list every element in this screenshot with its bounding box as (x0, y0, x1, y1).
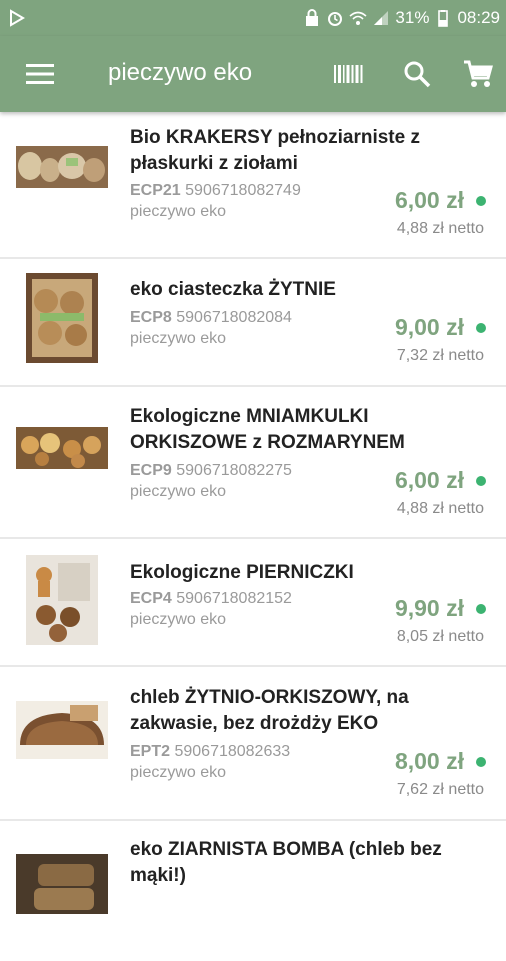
product-image (26, 273, 98, 363)
product-image (16, 701, 108, 759)
menu-icon[interactable] (26, 61, 54, 87)
product-category: pieczywo eko (130, 764, 227, 781)
product-price-netto: 7,62 zł netto (396, 781, 484, 798)
availability-dot (476, 476, 486, 486)
product-name: chleb ŻYTNIO-ORKISZOWY, na zakwasie, bez… (130, 687, 409, 734)
product-code: ECP8 5906718082084 (130, 309, 292, 326)
product-row[interactable]: Ekologiczne MNIAMKULKI ORKISZOWE z ROZMA… (0, 387, 506, 539)
product-code: ECP4 5906718082152 (130, 590, 292, 607)
search-icon[interactable] (403, 60, 431, 88)
barcode-icon[interactable] (334, 62, 364, 86)
product-category: pieczywo eko (130, 203, 227, 220)
product-row[interactable]: Bio KRAKERSY pełnoziarniste z płaskurki … (0, 112, 506, 259)
product-code: ECP9 5906718082275 (130, 462, 292, 479)
play-store-notification-icon (10, 9, 25, 27)
product-row[interactable]: eko ciasteczka ŻYTNIE ECP8 5906718082084… (0, 259, 506, 387)
product-category: pieczywo eko (130, 330, 227, 347)
lock-notification-icon (306, 9, 319, 26)
product-name: eko ZIARNISTA BOMBA (chleb bez mąki!) (130, 839, 442, 886)
battery-percentage: 31% (395, 8, 430, 27)
product-price: 9,90 zł (394, 595, 464, 621)
product-price-netto: 7,32 zł netto (396, 347, 484, 364)
clock: 08:29 (457, 8, 500, 27)
cart-icon[interactable] (462, 58, 494, 90)
wifi-icon (349, 11, 367, 25)
battery-icon (438, 10, 449, 27)
app-toolbar: pieczywo eko (0, 36, 506, 112)
product-price-netto: 4,88 zł netto (396, 220, 484, 237)
status-bar: 31% 08:29 (0, 0, 506, 36)
product-list: Bio KRAKERSY pełnoziarniste z płaskurki … (0, 112, 506, 961)
product-price: 6,00 zł (394, 467, 464, 493)
product-name: Ekologiczne MNIAMKULKI ORKISZOWE z ROZMA… (130, 406, 405, 453)
product-code: EPT2 5906718082633 (130, 743, 291, 760)
product-price-netto: 4,88 zł netto (396, 500, 484, 517)
product-image (26, 555, 98, 645)
availability-dot (476, 604, 486, 614)
availability-dot (476, 757, 486, 767)
signal-icon (374, 11, 389, 25)
product-row[interactable]: Ekologiczne PIERNICZKI ECP4 590671808215… (0, 539, 506, 667)
product-image (16, 146, 108, 188)
product-name: Bio KRAKERSY pełnoziarniste z płaskurki … (130, 127, 420, 174)
product-image (16, 427, 108, 469)
product-name: eko ciasteczka ŻYTNIE (130, 279, 336, 300)
product-row[interactable]: chleb ŻYTNIO-ORKISZOWY, na zakwasie, bez… (0, 667, 506, 821)
product-name: Ekologiczne PIERNICZKI (130, 562, 354, 583)
page-title: pieczywo eko (108, 59, 253, 86)
product-price: 8,00 zł (394, 748, 464, 774)
product-image (16, 854, 108, 914)
product-price: 6,00 zł (394, 187, 464, 213)
product-category: pieczywo eko (130, 611, 227, 628)
availability-dot (476, 196, 486, 206)
product-price: 9,00 zł (394, 314, 464, 340)
product-price-netto: 8,05 zł netto (396, 628, 484, 645)
availability-dot (476, 323, 486, 333)
product-row[interactable]: eko ZIARNISTA BOMBA (chleb bez mąki!) (0, 821, 506, 961)
product-category: pieczywo eko (130, 483, 227, 500)
product-code: ECP21 5906718082749 (130, 182, 301, 199)
alarm-icon (328, 12, 343, 26)
